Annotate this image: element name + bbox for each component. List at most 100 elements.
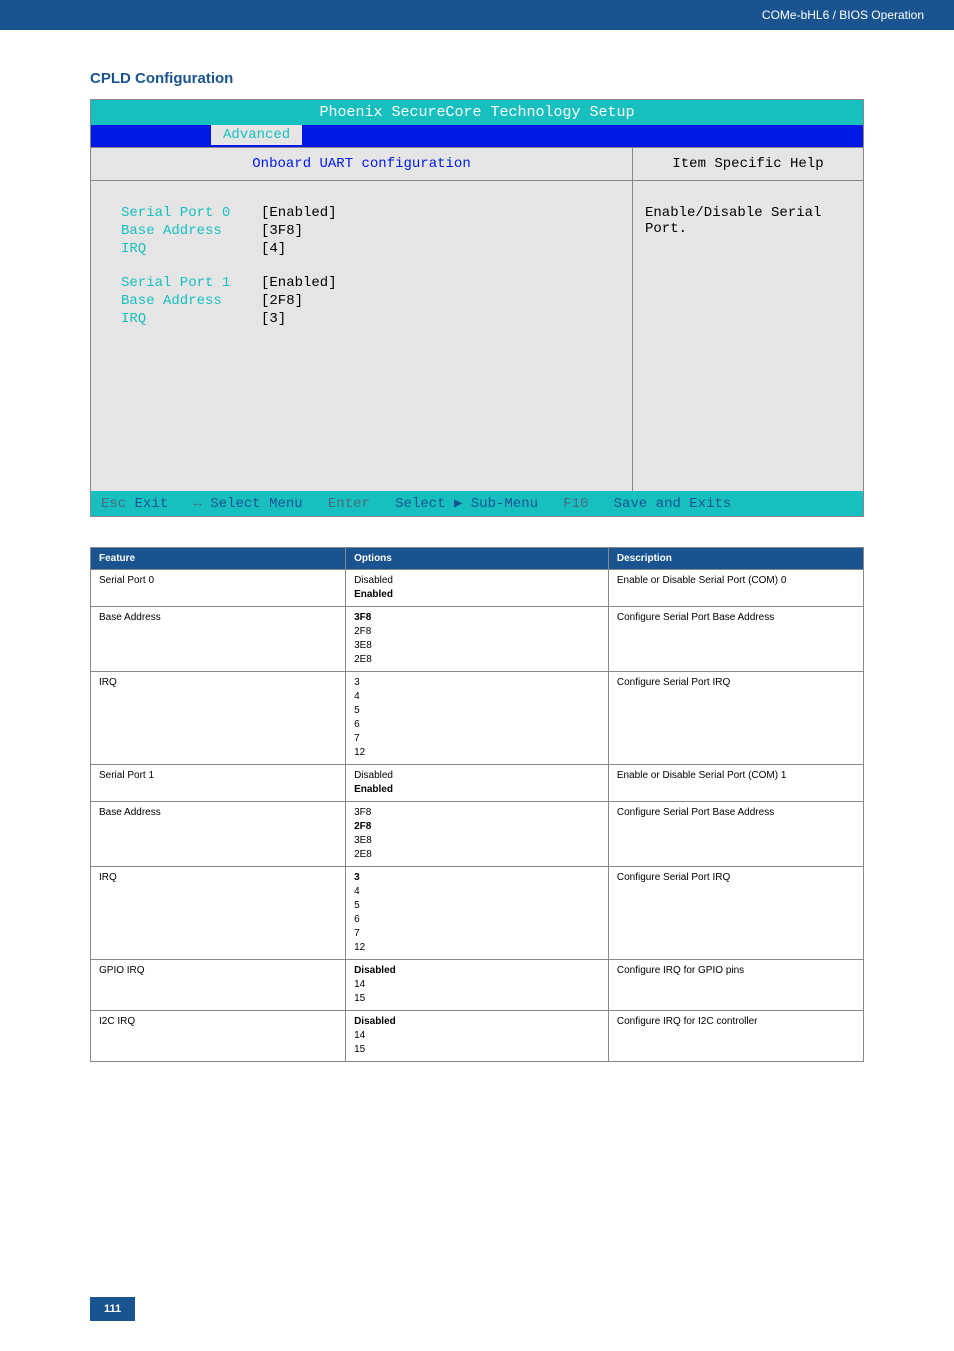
cell-description: Configure Serial Port Base Address [608,802,863,867]
bios-setting-row[interactable]: Base Address[3F8] [121,223,612,239]
option-value: 7 [354,928,360,939]
option-value: 14 [354,1030,365,1041]
cell-feature: I2C IRQ [91,1011,346,1062]
option-value: 15 [354,1044,365,1055]
option-value: Enabled [354,784,393,795]
label-save-exits: Save and Exits [614,496,732,512]
cell-options: Disabled 14 15 [346,960,609,1011]
bios-title: Phoenix SecureCore Technology Setup [91,100,863,125]
cell-feature: GPIO IRQ [91,960,346,1011]
bios-left-panel: Onboard UART configuration [91,148,633,181]
header-options: Options [346,548,609,570]
option-value: 6 [354,719,360,730]
option-value: 15 [354,993,365,1004]
key-f10[interactable]: F10 [563,496,588,512]
bios-setting-value: [3F8] [261,223,303,239]
option-value: 7 [354,733,360,744]
cell-description: Configure IRQ for I2C controller [608,1011,863,1062]
bios-setting-row[interactable]: Serial Port 1[Enabled] [121,275,612,291]
label-select-menu: Select Menu [210,496,302,512]
label-exit: Exit [135,496,169,512]
table-row: IRQ3456712Configure Serial Port IRQ [91,867,864,960]
bios-setting-row[interactable]: Base Address[2F8] [121,293,612,309]
section-title: CPLD Configuration [90,70,864,87]
option-value: Disabled [354,965,396,976]
bios-help-text: Enable/Disable Serial Port. [633,181,863,491]
option-value: 2E8 [354,849,372,860]
bios-setting-row[interactable]: Serial Port 0[Enabled] [121,205,612,221]
cell-description: Configure IRQ for GPIO pins [608,960,863,1011]
table-row: Serial Port 1DisabledEnabledEnable or Di… [91,765,864,802]
bios-help-title: Item Specific Help [633,148,863,181]
cell-feature: IRQ [91,867,346,960]
bios-setting-group: Serial Port 0[Enabled]Base Address[3F8]I… [121,205,612,257]
option-value: 12 [354,747,365,758]
cell-description: Enable or Disable Serial Port (COM) 1 [608,765,863,802]
option-value: Disabled [354,575,393,586]
cell-description: Configure Serial Port IRQ [608,672,863,765]
bios-tab-advanced[interactable]: Advanced [211,125,302,145]
table-row: GPIO IRQ Disabled 14 15 Configure IRQ for GP… [91,960,864,1011]
option-value: 2E8 [354,654,372,665]
bios-screenshot: Phoenix SecureCore Technology Setup Adva… [90,99,864,517]
key-arrows[interactable]: ↔ [193,496,201,512]
table-row: Base Address 3F8 2F8 3E8 2E8 Configure Serial… [91,802,864,867]
option-value: 2F8 [354,821,371,832]
bios-setting-label: Base Address [121,223,261,239]
cell-description: Enable or Disable Serial Port (COM) 0 [608,570,863,607]
bios-setting-value: [2F8] [261,293,303,309]
cell-options: 3 4 5 6 7 12 [346,672,609,765]
option-value: 3E8 [354,640,372,651]
option-value: Enabled [354,589,393,600]
table-header-row: Feature Options Description [91,548,864,570]
bios-main: Onboard UART configuration Item Specific… [91,147,863,181]
option-value: 3 [354,677,360,688]
label-select-sub: Select ▶ Sub-Menu [395,496,538,512]
table-row: Base Address 3F8 2F8 3E8 2E8 Configure Serial… [91,607,864,672]
bios-setting-group: Serial Port 1[Enabled] Base Address[2F8] I… [121,275,612,327]
cell-options: DisabledEnabled [346,765,609,802]
page-header: COMe-bHL6 / BIOS Operation [0,0,954,30]
cell-feature: Base Address [91,802,346,867]
bios-right-panel: Item Specific Help [633,148,863,181]
option-value: 6 [354,914,360,925]
config-table: Feature Options Description Serial Port … [90,547,864,1062]
option-value: Disabled [354,1016,396,1027]
bios-setting-label: IRQ [121,241,261,257]
page-number: 111 [90,1297,135,1321]
bios-setting-label: IRQ [121,311,261,327]
table-row: I2C IRQ Disabled 14 15 Configure IRQ for I2C… [91,1011,864,1062]
option-value: 5 [354,900,360,911]
cell-feature: Serial Port 1 [91,765,346,802]
bios-setting-label: Serial Port 0 [121,205,261,221]
cell-options: 3456712 [346,867,609,960]
key-enter[interactable]: Enter [328,496,370,512]
option-value: 3F8 [354,807,371,818]
cell-feature: Base Address [91,607,346,672]
cell-description: Configure Serial Port Base Address [608,607,863,672]
bios-setting-row[interactable]: IRQ[4] [121,241,612,257]
bios-setting-row[interactable]: IRQ[3] [121,311,612,327]
bios-body: Serial Port 0[Enabled]Base Address[3F8]I… [91,181,863,491]
bios-footer: Esc Exit ↔ Select Menu Enter Select ▶ Su… [91,491,863,516]
bios-setting-value: [Enabled] [261,275,337,291]
header-description: Description [608,548,863,570]
option-value: 3 [354,872,360,883]
header-feature: Feature [91,548,346,570]
option-value: 5 [354,705,360,716]
table-row: IRQ 3 4 5 6 7 12 Configure Serial Port IRQ [91,672,864,765]
option-value: 3E8 [354,835,372,846]
option-value: 3F8 [354,612,371,623]
option-value: 4 [354,886,360,897]
bios-subtitle: Onboard UART configuration [91,148,632,181]
option-value: 4 [354,691,360,702]
bios-tab-row: Advanced [91,125,863,147]
cell-options: Disabled 14 15 [346,1011,609,1062]
bios-setting-value: [4] [261,241,286,257]
option-value: 14 [354,979,365,990]
key-esc[interactable]: Esc [101,496,126,512]
bios-setting-value: [3] [261,311,286,327]
cell-options: Disabled Enabled [346,570,609,607]
option-value: 2F8 [354,626,371,637]
cell-feature: IRQ [91,672,346,765]
